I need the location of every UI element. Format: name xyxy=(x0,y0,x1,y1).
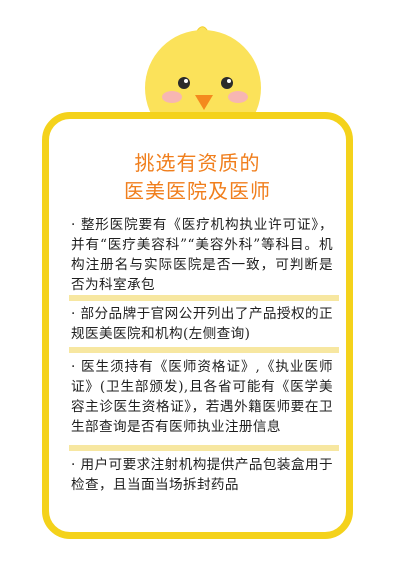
card-title-line-1: 挑选有资质的 xyxy=(134,151,261,175)
info-card: 挑选有资质的 医美医院及医师 · 整形医院要有《医疗机构执业许可证》，并有“医疗… xyxy=(42,112,353,539)
tip-item-3: · 医生须持有《医师资格证》,《执业医师证》(卫生部颁发),且各省可能有《医学美… xyxy=(71,359,333,435)
separator-3 xyxy=(69,445,339,451)
tip-item-1: · 整形医院要有《医疗机构执业许可证》，并有“医疗美容科”“美容外科”等科目。机… xyxy=(71,217,333,293)
card-title-line-2: 医美医院及医师 xyxy=(124,179,271,203)
separator-2 xyxy=(69,347,339,353)
tip-item-2: · 部分品牌于官网公开列出了产品授权的正规医美医院和机构(左侧查询) xyxy=(71,306,333,342)
separator-1 xyxy=(69,295,339,301)
infographic-card-page: 挑选有资质的 医美医院及医师 · 整形医院要有《医疗机构执业许可证》，并有“医疗… xyxy=(0,0,400,567)
tip-item-4: · 用户可要求注射机构提供产品包装盒用于检查，且当面当场拆封药品 xyxy=(71,457,333,493)
card-title: 挑选有资质的 医美医院及医师 xyxy=(49,149,346,205)
